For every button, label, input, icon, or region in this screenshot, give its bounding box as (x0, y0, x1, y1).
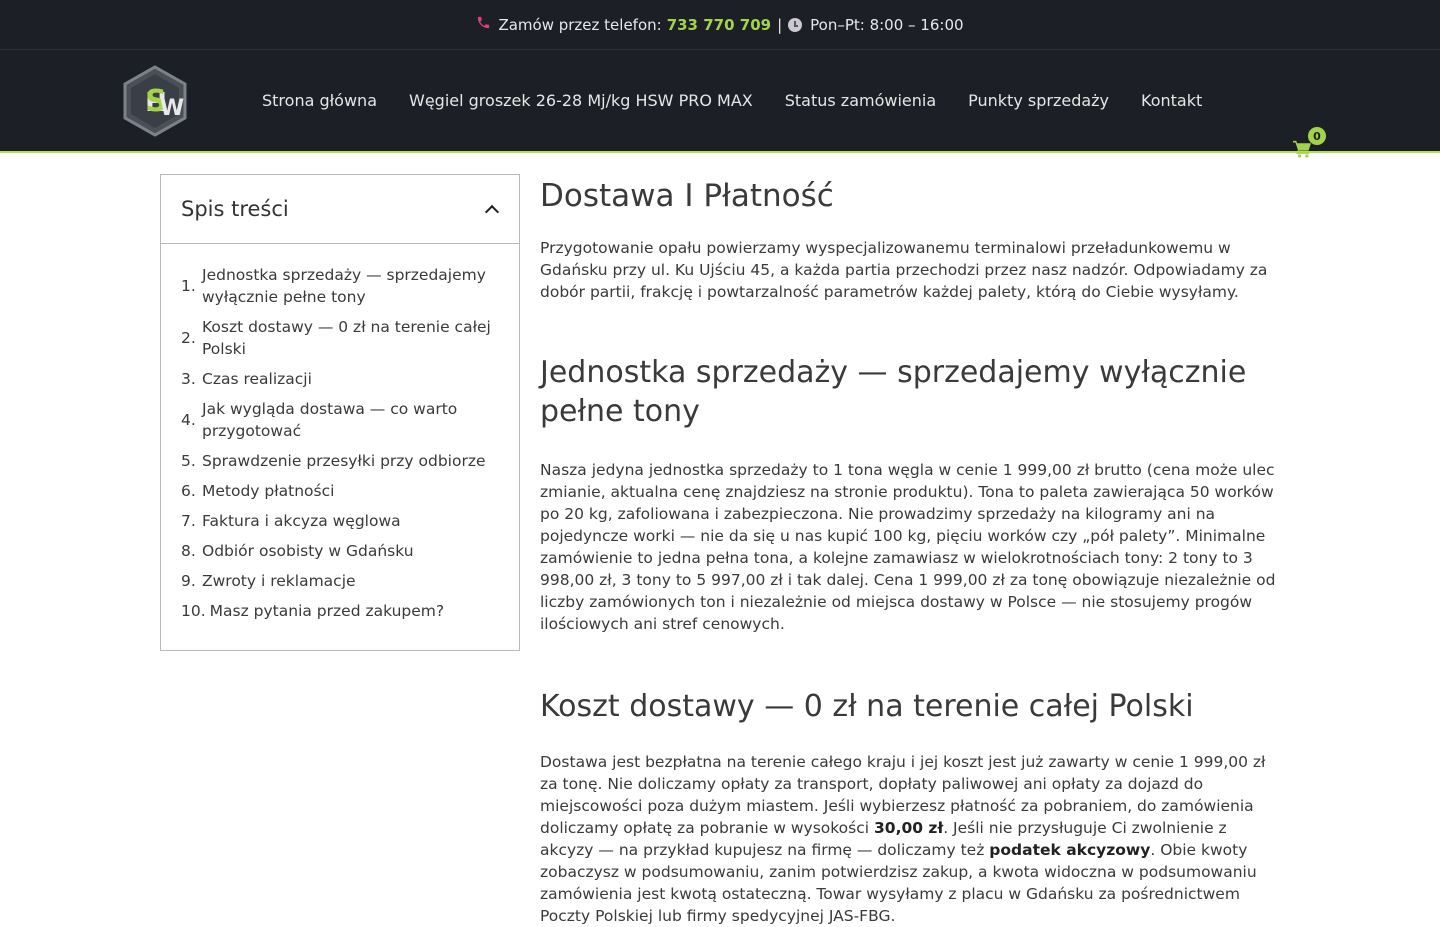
toc-item[interactable]: 1. Jednostka sprzedaży — sprzedajemy wyłą… (181, 264, 499, 308)
page-title: Dostawa I Płatność (540, 178, 834, 214)
toc-item[interactable]: 7. Faktura i akcyza węglowa (181, 510, 499, 532)
excise-tax-term: podatek akcyzowy (989, 841, 1151, 859)
toc-item[interactable]: 3. Czas realizacji (181, 368, 499, 390)
toc-item-number: 10. (181, 602, 206, 620)
toc-item-link[interactable]: Odbiór osobisty w Gdańsku (202, 540, 499, 562)
nav-product-coal[interactable]: Węgiel groszek 26-28 Mj/kg HSW PRO MAX (409, 91, 753, 110)
order-by-phone-label: Zamów przez telefon: (498, 15, 662, 34)
opening-hours: Pon–Pt: 8:00 – 16:00 (810, 15, 964, 34)
toc-item-number: 2. (181, 329, 196, 347)
section-heading-sales-unit: Jednostka sprzedaży — sprzedajemy wyłącz… (540, 355, 1247, 429)
site-header: H S W Strona główna Węgiel groszek 26-28… (0, 50, 1440, 158)
cart-count-badge: 0 (1308, 127, 1326, 145)
table-of-contents: Spis treści 1. Jednostka sprzedaży — sprz… (160, 174, 520, 651)
hsw-logo[interactable]: H S W (122, 65, 188, 137)
toc-item-link[interactable]: Metody płatności (202, 480, 499, 502)
toc-item-link[interactable]: Sprawdzenie przesyłki przy odbiorze (202, 450, 499, 472)
toc-item-link[interactable]: Masz pytania przed zakupem? (210, 600, 499, 622)
toc-item[interactable]: 5. Sprawdzenie przesyłki przy odbiorze (181, 450, 499, 472)
section-heading-delivery-cost: Koszt dostawy — 0 zł na terenie całej Po… (540, 689, 1194, 724)
toc-item[interactable]: 4. Jak wygląda dostawa — co warto przygot… (181, 398, 499, 442)
svg-text:W: W (160, 96, 184, 121)
nav-order-status[interactable]: Status zamówienia (785, 91, 936, 110)
toc-title: Spis treści (181, 197, 289, 221)
toc-item-number: 8. (181, 542, 196, 560)
intro-paragraph: Przygotowanie opału powierzamy wyspecjal… (540, 239, 1268, 301)
nav-sales-points[interactable]: Punkty sprzedaży (968, 91, 1109, 110)
toc-item-link[interactable]: Koszt dostawy — 0 zł na terenie całej Po… (202, 316, 499, 360)
toc-item-number: 3. (181, 370, 196, 388)
toc-item-number: 1. (181, 277, 196, 295)
separator: | (777, 15, 783, 34)
toc-item[interactable]: 10. Masz pytania przed zakupem? (181, 600, 499, 622)
clock-icon (788, 17, 803, 32)
nav-home[interactable]: Strona główna (262, 91, 377, 110)
cod-fee: 30,00 zł (874, 819, 944, 837)
toc-header[interactable]: Spis treści (161, 175, 519, 244)
toc-item-link[interactable]: Jak wygląda dostawa — co warto przygotow… (202, 398, 499, 442)
top-contact-bar: Zamów przez telefon: 733 770 709 | Pon–P… (0, 0, 1440, 50)
nav-contact[interactable]: Kontakt (1141, 91, 1202, 110)
main-content: Dostawa I Płatność Przygotowanie opału p… (540, 174, 1285, 927)
toc-item-number: 4. (181, 411, 196, 429)
toc-item-number: 7. (181, 512, 196, 530)
toc-item-link[interactable]: Zwroty i reklamacje (202, 570, 499, 592)
toc-item-link[interactable]: Jednostka sprzedaży — sprzedajemy wyłącz… (202, 264, 499, 308)
phone-icon (476, 15, 491, 34)
section-body-sales-unit: Nasza jedyna jednostka sprzedaży to 1 to… (540, 461, 1276, 633)
main-navigation: Strona główna Węgiel groszek 26-28 Mj/kg… (262, 50, 1234, 151)
toc-item-number: 6. (181, 482, 196, 500)
section-body-delivery-cost: Dostawa jest bezpłatna na terenie całego… (540, 751, 1285, 927)
toc-item-number: 5. (181, 452, 196, 470)
toc-item[interactable]: 6. Metody płatności (181, 480, 499, 502)
chevron-up-icon[interactable] (485, 202, 499, 216)
toc-item[interactable]: 8. Odbiór osobisty w Gdańsku (181, 540, 499, 562)
toc-item[interactable]: 2. Koszt dostawy — 0 zł na terenie całej … (181, 316, 499, 360)
toc-item-link[interactable]: Faktura i akcyza węglowa (202, 510, 499, 532)
toc-item[interactable]: 9. Zwroty i reklamacje (181, 570, 499, 592)
toc-item-number: 9. (181, 572, 196, 590)
toc-list: 1. Jednostka sprzedaży — sprzedajemy wyłą… (161, 244, 519, 622)
cart-icon[interactable] (1292, 140, 1312, 158)
toc-item-link[interactable]: Czas realizacji (202, 368, 499, 390)
phone-number-link[interactable]: 733 770 709 (667, 16, 771, 34)
